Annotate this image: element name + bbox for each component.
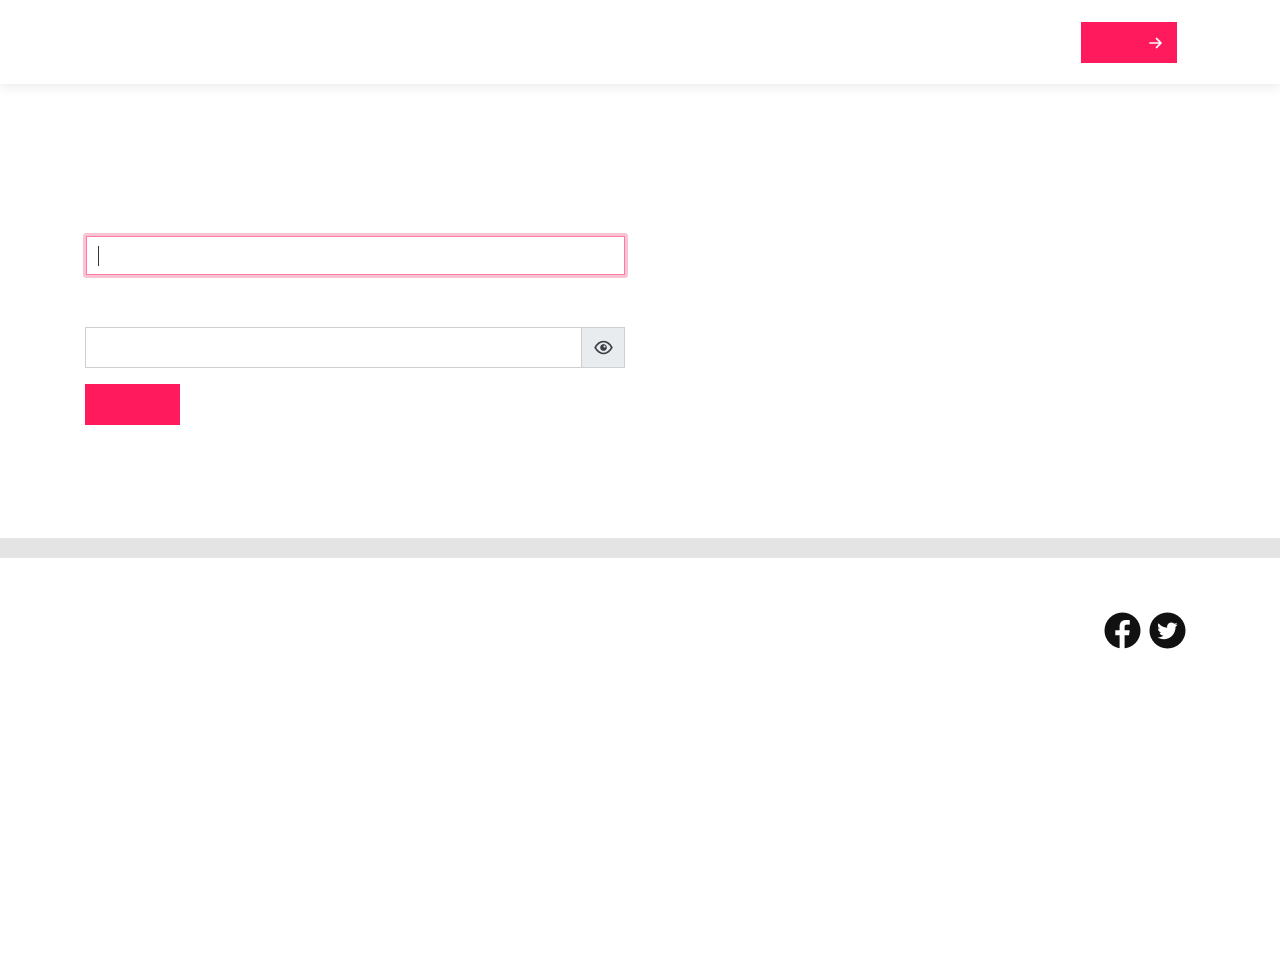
text-cursor bbox=[98, 246, 99, 266]
password-field[interactable] bbox=[85, 327, 582, 368]
arrow-right-icon bbox=[1149, 37, 1162, 48]
email-field[interactable] bbox=[86, 236, 625, 275]
eye-icon bbox=[593, 340, 613, 355]
submit-button[interactable] bbox=[85, 384, 180, 425]
site-header bbox=[0, 0, 1280, 84]
show-password-button[interactable] bbox=[581, 327, 625, 368]
facebook-link[interactable] bbox=[1104, 612, 1141, 649]
email-focus-ring bbox=[83, 233, 628, 278]
header-cta-button[interactable] bbox=[1081, 22, 1177, 63]
facebook-icon bbox=[1104, 612, 1141, 649]
twitter-icon bbox=[1149, 612, 1186, 649]
twitter-link[interactable] bbox=[1149, 612, 1186, 649]
footer-divider bbox=[0, 538, 1280, 558]
